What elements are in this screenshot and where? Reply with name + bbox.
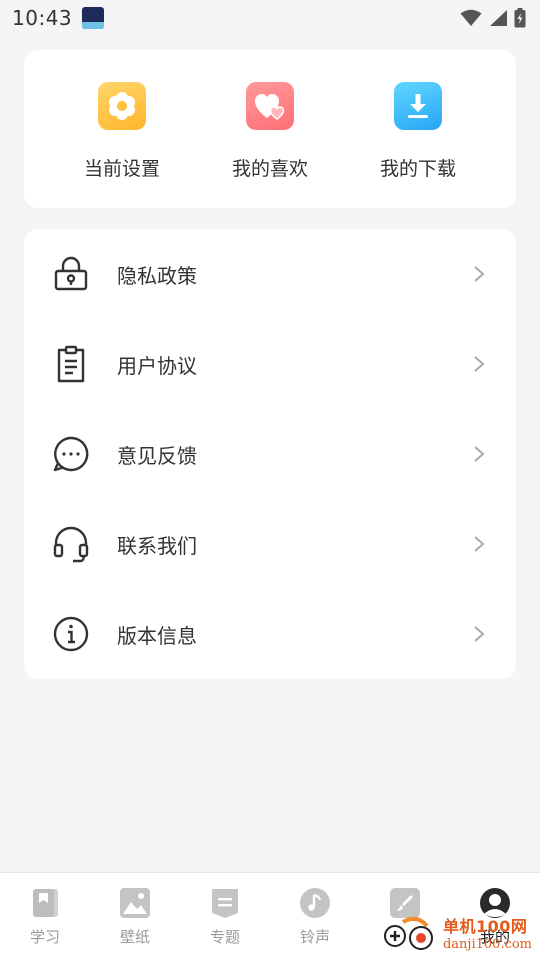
chevron-right-icon [474,446,485,462]
chevron-right-icon [474,266,485,282]
tab-brush[interactable] [360,873,450,926]
tab-label: 壁纸 [119,928,150,946]
topic-icon [208,886,242,920]
menu-item-user-agreement[interactable]: 用户协议 [24,319,516,409]
battery-charging-icon [514,8,526,28]
tab-label: 专题 [209,928,240,946]
tab-mine[interactable]: 我的 [450,873,540,947]
quick-action-label: 当前设置 [83,158,160,180]
quick-action-label: 我的喜欢 [231,158,308,180]
quick-action-my-downloads[interactable]: 我的下载 [363,82,473,181]
wifi-icon [460,9,482,26]
tab-ringtones[interactable]: 铃声 [270,873,360,947]
quick-action-current-settings[interactable]: 当前设置 [67,82,177,181]
tab-label: 学习 [29,928,60,946]
download-icon [394,82,442,130]
signal-icon [490,10,507,26]
book-icon [28,886,62,920]
chevron-right-icon [474,626,485,642]
menu-item-label: 用户协议 [117,353,197,378]
menu-item-label: 版本信息 [117,623,197,648]
menu-item-version-info[interactable]: 版本信息 [24,589,516,679]
quick-action-label: 我的下载 [379,158,456,180]
settings-flower-icon [98,82,146,130]
chevron-right-icon [474,536,485,552]
info-icon [52,615,90,653]
profile-icon [478,886,512,920]
menu-item-label: 联系我们 [117,533,197,558]
menu-item-label: 意见反馈 [117,443,197,468]
brush-icon [388,886,422,920]
menu-item-privacy-policy[interactable]: 隐私政策 [24,229,516,319]
menu-item-feedback[interactable]: 意见反馈 [24,409,516,499]
hearts-icon [246,82,294,130]
music-note-icon [298,886,332,920]
tab-topics[interactable]: 专题 [180,873,270,947]
tab-label: 我的 [479,928,510,946]
headset-icon [52,525,90,563]
tab-label: 铃声 [299,928,330,946]
status-bar: 10:43 [0,0,540,36]
settings-menu-card: 隐私政策 用户协议 意见反馈 联系我们 版本信息 [24,229,516,679]
menu-item-contact-us[interactable]: 联系我们 [24,499,516,589]
image-icon [118,886,152,920]
tab-study[interactable]: 学习 [0,873,90,947]
status-time: 10:43 [12,6,73,30]
bottom-tab-bar: 学习 壁纸 专题 铃声 我的 [0,872,540,960]
chevron-right-icon [474,356,485,372]
clipboard-icon [52,345,90,383]
menu-item-label: 隐私政策 [117,263,197,288]
app-notification-icon [82,7,105,29]
chat-bubble-icon [52,435,90,473]
tab-wallpaper[interactable]: 壁纸 [90,873,180,947]
quick-action-my-favorites[interactable]: 我的喜欢 [215,82,325,181]
quick-actions-card: 当前设置 我的喜欢 我的下载 [24,50,516,208]
lock-icon [52,255,90,293]
